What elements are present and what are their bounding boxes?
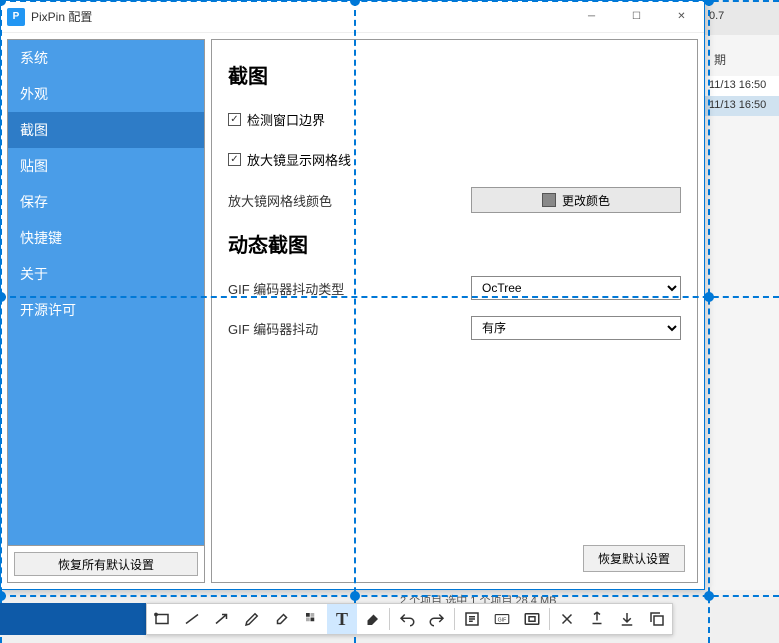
magnifier-grid-checkbox[interactable] [228, 153, 241, 166]
gif-tool[interactable]: GIF [487, 604, 517, 634]
app-icon: P [7, 8, 25, 26]
settings-window: P PixPin 配置 ─ ☐ ✕ 系统 外观 截图 贴图 保存 快捷键 关于 … [0, 0, 705, 590]
svg-text:GIF: GIF [498, 617, 507, 623]
pencil-tool[interactable] [237, 604, 267, 634]
bg-row-1: 11/13 16:50 [704, 76, 779, 96]
rect-tool[interactable] [147, 604, 177, 634]
handle-bc[interactable] [350, 591, 360, 601]
gif-dither-label: GIF 编码器抖动 [228, 319, 468, 338]
sidebar-list: 系统 外观 截图 贴图 保存 快捷键 关于 开源许可 [7, 39, 205, 546]
restore-all-button[interactable]: 恢复所有默认设置 [14, 552, 198, 576]
grid-color-label: 放大镜网格线颜色 [228, 191, 468, 210]
close-button[interactable]: ✕ [659, 1, 704, 33]
maximize-button[interactable]: ☐ [614, 1, 659, 33]
sidebar-item-license[interactable]: 开源许可 [8, 292, 204, 328]
mosaic-tool[interactable] [297, 604, 327, 634]
copy-tool[interactable] [642, 604, 672, 634]
guide-bottom [0, 595, 779, 597]
gif-dither-type-select[interactable]: OcTree [471, 276, 681, 300]
grid-color-row: 放大镜网格线颜色 更改颜色 [228, 187, 681, 213]
eraser-tool[interactable] [357, 604, 387, 634]
section-screenshot-title: 截图 [228, 60, 681, 89]
screenshot-tool[interactable] [517, 604, 547, 634]
text-tool[interactable]: T [327, 604, 357, 634]
gif-dither-select[interactable]: 有序 [471, 316, 681, 340]
arrow-tool[interactable] [207, 604, 237, 634]
main-panel: 截图 检测窗口边界 放大镜显示网格线 放大镜网格线颜色 更改颜色 动态截图 [211, 39, 698, 583]
sidebar-item-system[interactable]: 系统 [8, 40, 204, 76]
magnifier-grid-label: 放大镜显示网格线 [247, 150, 351, 169]
change-color-text: 更改颜色 [562, 192, 610, 209]
bg-version: 0.7 [704, 0, 779, 35]
separator-2 [454, 608, 455, 630]
ocr-tool[interactable] [457, 604, 487, 634]
undo-tool[interactable] [392, 604, 422, 634]
detect-window-checkbox[interactable] [228, 113, 241, 126]
gif-dither-type-label: GIF 编码器抖动类型 [228, 279, 468, 298]
separator-3 [549, 608, 550, 630]
content-area: 系统 外观 截图 贴图 保存 快捷键 关于 开源许可 恢复所有默认设置 截图 检… [1, 33, 704, 589]
detect-window-row: 检测窗口边界 [228, 107, 681, 131]
magnifier-grid-row: 放大镜显示网格线 [228, 147, 681, 171]
sidebar-item-about[interactable]: 关于 [8, 256, 204, 292]
marker-tool[interactable] [267, 604, 297, 634]
sidebar-item-hotkey[interactable]: 快捷键 [8, 220, 204, 256]
handle-br[interactable] [704, 591, 714, 601]
save-tool[interactable] [612, 604, 642, 634]
section-dynamic-title: 动态截图 [228, 229, 681, 258]
taskbar-fragment [0, 603, 146, 635]
change-color-button[interactable]: 更改颜色 [471, 187, 681, 213]
handle-bl[interactable] [0, 591, 6, 601]
sidebar: 系统 外观 截图 贴图 保存 快捷键 关于 开源许可 恢复所有默认设置 [7, 39, 205, 583]
gif-dither-row: GIF 编码器抖动 有序 [228, 316, 681, 340]
sidebar-footer: 恢复所有默认设置 [7, 546, 205, 583]
sidebar-item-appearance[interactable]: 外观 [8, 76, 204, 112]
bg-col-header: 期 [704, 48, 779, 70]
cancel-tool[interactable] [552, 604, 582, 634]
titlebar: P PixPin 配置 ─ ☐ ✕ [1, 1, 704, 33]
annotation-toolbar: T GIF [146, 603, 673, 635]
window-title: PixPin 配置 [31, 8, 569, 25]
sidebar-item-save[interactable]: 保存 [8, 184, 204, 220]
redo-tool[interactable] [422, 604, 452, 634]
bg-row-2: 11/13 16:50 [704, 96, 779, 116]
separator-1 [389, 608, 390, 630]
pin-tool[interactable] [582, 604, 612, 634]
gif-dither-type-row: GIF 编码器抖动类型 OcTree [228, 276, 681, 300]
sidebar-item-pin[interactable]: 贴图 [8, 148, 204, 184]
sidebar-item-screenshot[interactable]: 截图 [8, 112, 204, 148]
minimize-button[interactable]: ─ [569, 1, 614, 33]
line-tool[interactable] [177, 604, 207, 634]
restore-default-button[interactable]: 恢复默认设置 [583, 545, 685, 572]
color-swatch-icon [542, 193, 556, 207]
detect-window-label: 检测窗口边界 [247, 110, 325, 129]
